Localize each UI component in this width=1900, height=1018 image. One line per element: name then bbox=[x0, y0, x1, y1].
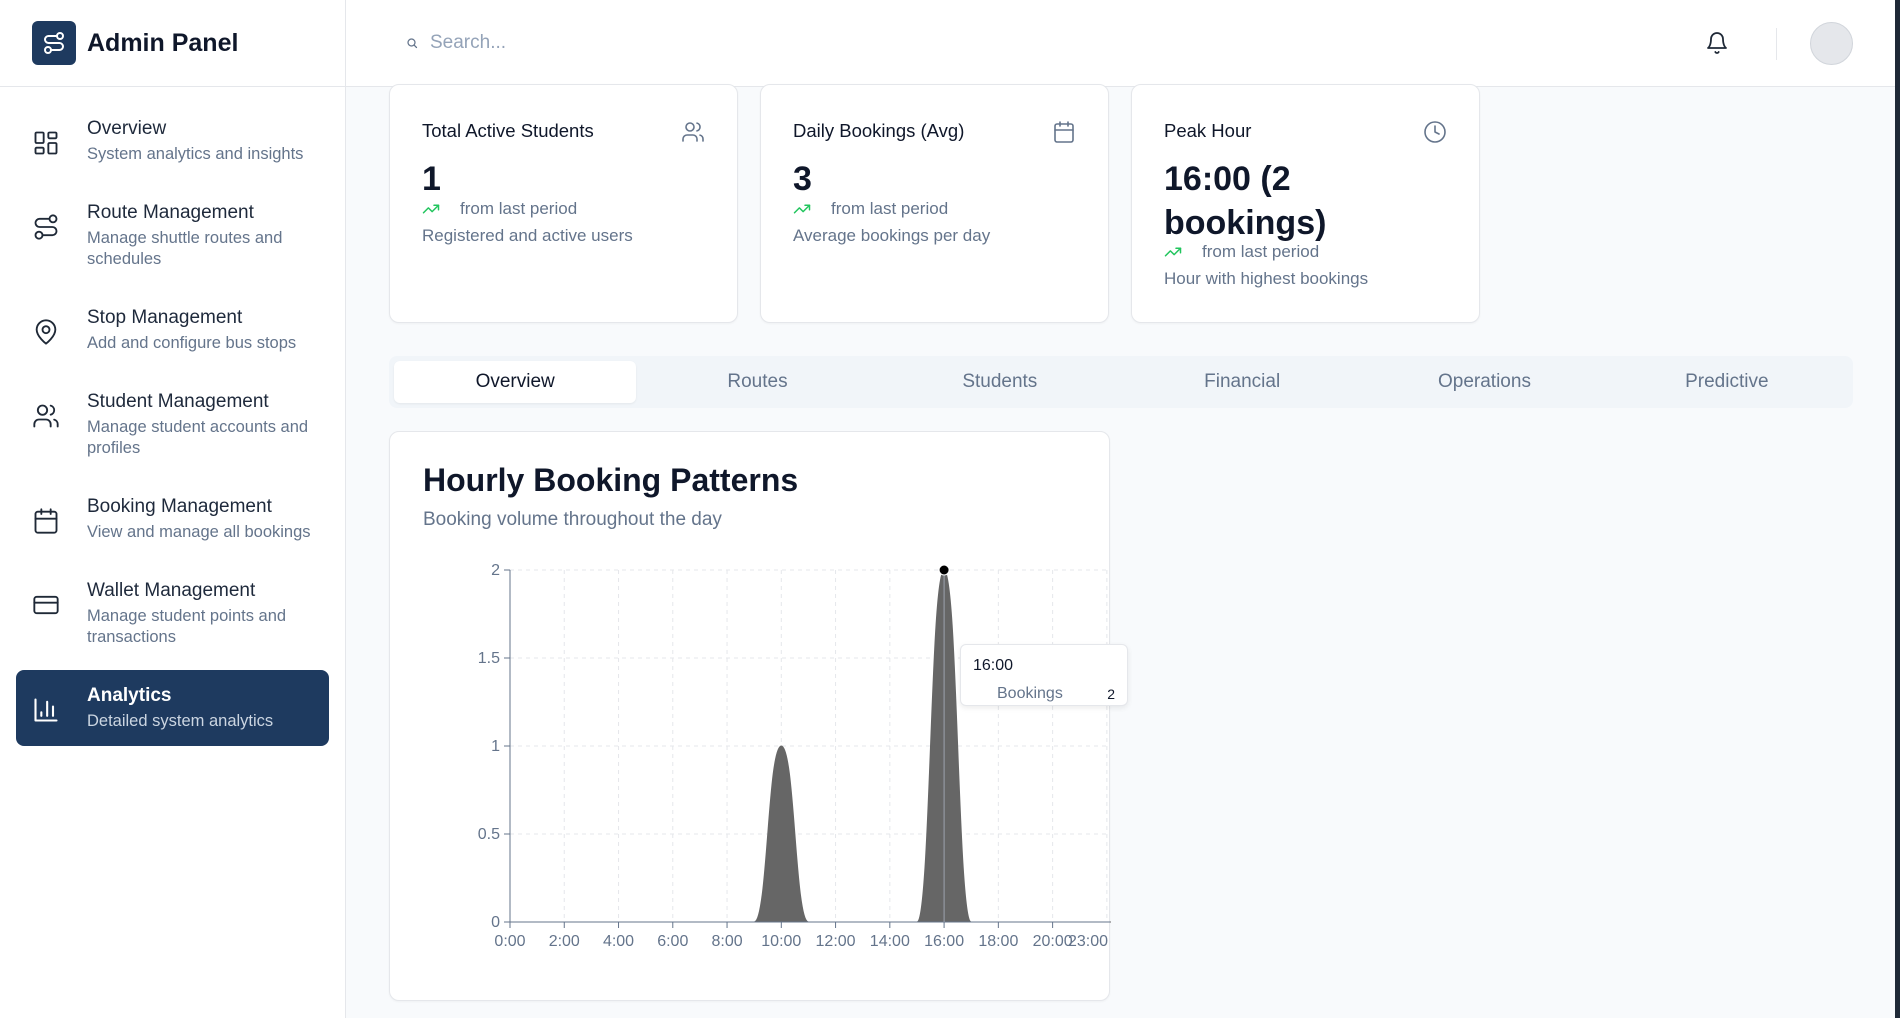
sidebar-item-booking-management[interactable]: Booking Management View and manage all b… bbox=[16, 481, 329, 557]
chart-tooltip: 16:00 Bookings 2 bbox=[960, 644, 1128, 706]
trending-up-icon bbox=[422, 204, 440, 214]
stat-card-peak-hour: Peak Hour 16:00 (2 bookings) from last p… bbox=[1131, 84, 1480, 323]
sidebar-item-label: Booking Management bbox=[87, 496, 272, 517]
stat-title: Peak Hour bbox=[1164, 120, 1252, 141]
header-divider bbox=[1776, 28, 1777, 60]
sidebar-item-label: Wallet Management bbox=[87, 580, 256, 601]
sidebar-item-description: Manage student accounts and profiles bbox=[87, 418, 309, 457]
sidebar-item-description: Manage student points and transactions bbox=[87, 607, 287, 646]
clock-icon bbox=[1424, 121, 1446, 143]
map-pin-icon bbox=[35, 319, 57, 345]
stat-card-total-active-students: Total Active Students 1 from last period… bbox=[389, 84, 738, 323]
sidebar-item-description: Detailed system analytics bbox=[87, 712, 274, 730]
users-icon bbox=[33, 404, 59, 428]
sidebar-item-stop-management[interactable]: Stop Management Add and configure bus st… bbox=[16, 292, 329, 368]
x-tick-label: 8:00 bbox=[711, 933, 742, 950]
stat-title: Daily Bookings (Avg) bbox=[793, 120, 965, 141]
x-tick-label: 12:00 bbox=[816, 933, 856, 950]
stat-value: 1 bbox=[422, 160, 441, 198]
brand: Admin Panel bbox=[0, 0, 345, 87]
app-title: Admin Panel bbox=[87, 28, 239, 57]
tab-routes[interactable]: Routes bbox=[636, 361, 878, 403]
calendar-icon bbox=[1054, 121, 1074, 143]
stat-value: 3 bbox=[793, 160, 812, 198]
sidebar-item-route-management[interactable]: Route Management Manage shuttle routes a… bbox=[16, 187, 329, 284]
route-logo-icon[interactable] bbox=[32, 21, 76, 65]
x-tick-label: 23:00 bbox=[1068, 933, 1108, 950]
y-tick-label: 2 bbox=[491, 562, 500, 579]
sidebar-item-description: View and manage all bookings bbox=[87, 523, 311, 541]
area-chart[interactable]: 00.511.520:00 2:00 4:00 6:00 8:00 10:00 12:00 1… bbox=[390, 432, 1111, 1002]
analytics-tabs: Overview Routes Students Financial Opera… bbox=[389, 356, 1853, 408]
sidebar-item-label: Stop Management bbox=[87, 307, 243, 328]
calendar-icon bbox=[34, 508, 58, 534]
stat-trend-label: from last period bbox=[1202, 242, 1320, 261]
y-tick-label: 1 bbox=[491, 738, 500, 755]
sidebar-item-wallet-management[interactable]: Wallet Management Manage student points … bbox=[16, 565, 329, 662]
stat-trend: from last period bbox=[793, 199, 948, 219]
x-tick-label: 4:00 bbox=[603, 933, 634, 950]
bell-icon[interactable] bbox=[1705, 31, 1729, 55]
x-tick-label: 2:00 bbox=[549, 933, 580, 950]
sidebar-item-label: Analytics bbox=[87, 685, 172, 706]
hourly-booking-chart-card: Hourly Booking Patterns Booking volume t… bbox=[389, 431, 1128, 1002]
y-tick-label: 1.5 bbox=[478, 650, 500, 667]
tab-overview[interactable]: Overview bbox=[394, 361, 637, 403]
avatar[interactable] bbox=[1810, 22, 1853, 65]
x-tick-label: 0:00 bbox=[494, 933, 525, 950]
sidebar-item-label: Overview bbox=[87, 118, 167, 139]
sidebar-nav: Overview System analytics and insights R… bbox=[0, 87, 345, 746]
tooltip-value: 2 bbox=[1107, 686, 1115, 702]
window-edge bbox=[1895, 0, 1900, 1018]
x-tick-label: 16:00 bbox=[924, 933, 964, 950]
stat-trend: from last period bbox=[1164, 242, 1319, 262]
trending-up-icon bbox=[1164, 247, 1182, 257]
x-tick-label: 10:00 bbox=[761, 933, 801, 950]
bar-chart-icon bbox=[34, 698, 58, 722]
grid-icon bbox=[34, 131, 58, 155]
stat-trend: from last period bbox=[422, 199, 577, 219]
users-icon bbox=[682, 122, 704, 142]
stat-card-daily-bookings: Daily Bookings (Avg) 3 from last period … bbox=[760, 84, 1109, 323]
sidebar-item-description: Manage shuttle routes and schedules bbox=[87, 229, 283, 268]
x-tick-label: 6:00 bbox=[657, 933, 688, 950]
x-tick-label: 20:00 bbox=[1033, 933, 1073, 950]
tooltip-label: Bookings bbox=[997, 685, 1063, 702]
route-icon bbox=[34, 214, 58, 240]
sidebar: Admin Panel Overview System analytics an… bbox=[0, 0, 346, 1018]
trending-up-icon bbox=[793, 204, 811, 214]
stat-value: 16:00 (2 bookings) bbox=[1164, 160, 1327, 242]
stat-subtitle: Average bookings per day bbox=[793, 226, 991, 245]
sidebar-item-label: Route Management bbox=[87, 202, 254, 223]
tab-students[interactable]: Students bbox=[879, 361, 1121, 403]
y-tick-label: 0.5 bbox=[478, 826, 500, 843]
stat-trend-label: from last period bbox=[831, 199, 949, 218]
sidebar-item-student-management[interactable]: Student Management Manage student accoun… bbox=[16, 376, 329, 473]
x-tick-label: 18:00 bbox=[978, 933, 1018, 950]
search-input[interactable] bbox=[430, 24, 930, 62]
y-tick-label: 0 bbox=[491, 914, 500, 931]
credit-card-icon bbox=[33, 595, 59, 615]
tab-predictive[interactable]: Predictive bbox=[1606, 361, 1848, 403]
sidebar-item-label: Student Management bbox=[87, 391, 269, 412]
x-tick-label: 14:00 bbox=[870, 933, 910, 950]
tab-operations[interactable]: Operations bbox=[1363, 361, 1605, 403]
stat-subtitle: Registered and active users bbox=[422, 226, 633, 245]
sidebar-item-description: Add and configure bus stops bbox=[87, 334, 297, 352]
active-data-point bbox=[938, 564, 950, 576]
sidebar-item-analytics[interactable]: Analytics Detailed system analytics bbox=[16, 670, 329, 746]
tooltip-time: 16:00 bbox=[973, 657, 1014, 674]
stat-subtitle: Hour with highest bookings bbox=[1164, 269, 1369, 288]
stat-title: Total Active Students bbox=[422, 120, 594, 141]
sidebar-item-overview[interactable]: Overview System analytics and insights bbox=[16, 103, 329, 179]
tab-financial[interactable]: Financial bbox=[1121, 361, 1363, 403]
stat-trend-label: from last period bbox=[460, 199, 578, 218]
top-header bbox=[346, 0, 1900, 87]
search-icon bbox=[407, 38, 418, 49]
sidebar-item-description: System analytics and insights bbox=[87, 145, 304, 163]
